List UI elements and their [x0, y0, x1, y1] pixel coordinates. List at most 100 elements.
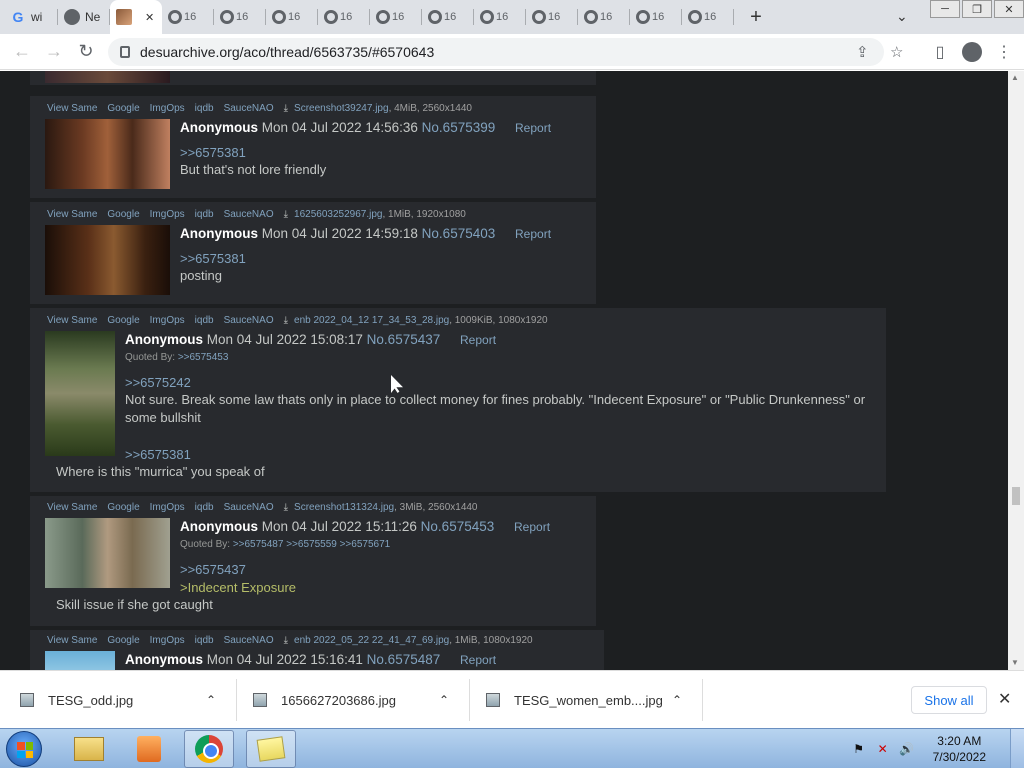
iqdb-link[interactable]: iqdb [195, 209, 214, 220]
download-icon[interactable]: ⤓ [284, 502, 288, 513]
sticky-notes-taskbar-button[interactable] [246, 730, 296, 768]
chevron-up-icon[interactable]: ⌃ [206, 693, 216, 707]
quoted-by-link[interactable]: >>6575453 [178, 352, 229, 363]
imgops-link[interactable]: ImgOps [150, 635, 185, 646]
bookmark-star-icon[interactable]: ☆ [890, 43, 903, 61]
show-desktop-button[interactable] [1010, 729, 1024, 768]
quote-link[interactable]: >>6575381 [180, 251, 246, 266]
tab-globe[interactable]: 16 [578, 0, 630, 34]
quote-link[interactable]: >>6575242 [125, 375, 191, 390]
scrollbar-thumb[interactable] [1012, 487, 1020, 505]
post-thumbnail[interactable] [45, 651, 115, 670]
view-same-link[interactable]: View Same [47, 635, 97, 646]
tab-globe[interactable]: 16 [630, 0, 682, 34]
view-same-link[interactable]: View Same [47, 103, 97, 114]
close-window-icon[interactable]: ✕ [994, 0, 1024, 18]
tab-globe[interactable]: 16 [266, 0, 318, 34]
quote-link[interactable]: >>6575381 [180, 145, 246, 160]
new-tab-button[interactable]: + [742, 3, 770, 31]
file-name-link[interactable]: enb 2022_05_22 22_41_47_69.jpg [294, 635, 449, 646]
tab-google[interactable]: G wi [0, 0, 58, 34]
network-icon[interactable]: ✕ [875, 741, 891, 757]
restore-icon[interactable]: ❐ [962, 0, 992, 18]
download-icon[interactable]: ⤓ [284, 209, 288, 220]
tab-globe[interactable]: 16 [214, 0, 266, 34]
imgops-link[interactable]: ImgOps [150, 103, 185, 114]
clock[interactable]: 3:20 AM 7/30/2022 [933, 733, 986, 765]
file-name-link[interactable]: Screenshot39247.jpg [294, 103, 389, 114]
file-explorer-taskbar-button[interactable] [64, 730, 114, 768]
report-link[interactable]: Report [460, 333, 496, 347]
quote-link[interactable]: >>6575437 [180, 562, 246, 577]
google-link[interactable]: Google [107, 635, 139, 646]
reload-icon[interactable]: ↻ [70, 36, 102, 68]
saucenao-link[interactable]: SauceNAO [224, 209, 274, 220]
side-panel-icon[interactable]: ▯ [924, 36, 956, 68]
volume-icon[interactable]: 🔊 [899, 741, 915, 757]
tab-globe[interactable]: 16 [370, 0, 422, 34]
post-thumbnail[interactable] [45, 71, 170, 83]
show-all-button[interactable]: Show all [911, 686, 987, 714]
post-number-link[interactable]: No.6575403 [422, 226, 496, 241]
iqdb-link[interactable]: iqdb [195, 502, 214, 513]
file-name-link[interactable]: 1625603252967.jpg [294, 209, 382, 220]
iqdb-link[interactable]: iqdb [195, 103, 214, 114]
post-thumbnail[interactable] [45, 518, 170, 588]
google-link[interactable]: Google [107, 315, 139, 326]
media-player-taskbar-button[interactable] [124, 730, 174, 768]
view-same-link[interactable]: View Same [47, 315, 97, 326]
google-link[interactable]: Google [107, 502, 139, 513]
imgops-link[interactable]: ImgOps [150, 502, 185, 513]
download-item[interactable]: 1656627203686.jpg ⌃ [253, 671, 459, 729]
post-thumbnail[interactable] [45, 119, 170, 189]
scroll-down-icon[interactable]: ▼ [1011, 658, 1019, 667]
saucenao-link[interactable]: SauceNAO [224, 502, 274, 513]
download-icon[interactable]: ⤓ [284, 315, 288, 326]
download-icon[interactable]: ⤓ [284, 635, 288, 646]
saucenao-link[interactable]: SauceNAO [224, 315, 274, 326]
start-button[interactable] [6, 731, 42, 767]
view-same-link[interactable]: View Same [47, 502, 97, 513]
quote-link[interactable]: >>6575381 [125, 447, 191, 462]
saucenao-link[interactable]: SauceNAO [224, 103, 274, 114]
chevron-up-icon[interactable]: ⌃ [672, 693, 682, 707]
scroll-up-icon[interactable]: ▲ [1011, 73, 1019, 82]
google-link[interactable]: Google [107, 209, 139, 220]
action-center-icon[interactable]: ⚑ [851, 741, 867, 757]
saucenao-link[interactable]: SauceNAO [224, 635, 274, 646]
tab-globe[interactable]: 16 [318, 0, 370, 34]
tab-globe[interactable]: 16 [526, 0, 578, 34]
report-link[interactable]: Report [460, 653, 496, 667]
report-link[interactable]: Report [514, 520, 550, 534]
file-name-link[interactable]: Screenshot131324.jpg [294, 502, 394, 513]
tab-globe[interactable]: 16 [162, 0, 214, 34]
post-number-link[interactable]: No.6575453 [421, 519, 495, 534]
post-thumbnail[interactable] [45, 225, 170, 295]
tab-globe[interactable]: 16 [682, 0, 734, 34]
quoted-by-link[interactable]: >>6575487 >>6575559 >>6575671 [233, 539, 390, 550]
menu-kebab-icon[interactable]: ⋮ [988, 36, 1020, 68]
close-shelf-icon[interactable]: ✕ [998, 689, 1011, 709]
report-link[interactable]: Report [515, 227, 551, 241]
download-icon[interactable]: ⤓ [284, 103, 288, 114]
iqdb-link[interactable]: iqdb [195, 315, 214, 326]
profile-avatar-icon[interactable] [962, 42, 982, 62]
forward-arrow-icon[interactable]: → [38, 36, 70, 68]
imgops-link[interactable]: ImgOps [150, 209, 185, 220]
page-scrollbar[interactable]: ▲ ▼ [1008, 71, 1024, 670]
tab-github[interactable]: Ne [58, 0, 110, 34]
post-thumbnail[interactable] [45, 331, 115, 456]
google-link[interactable]: Google [107, 103, 139, 114]
post-number-link[interactable]: No.6575437 [367, 332, 441, 347]
address-bar[interactable]: desuarchive.org/aco/thread/6563735/#6570… [108, 38, 903, 66]
download-item[interactable]: TESG_odd.jpg ⌃ [20, 671, 226, 729]
chrome-taskbar-button[interactable] [184, 730, 234, 768]
post-number-link[interactable]: No.6575399 [422, 120, 496, 135]
iqdb-link[interactable]: iqdb [195, 635, 214, 646]
tab-globe[interactable]: 16 [474, 0, 526, 34]
tab-active[interactable]: ✕ [110, 0, 162, 34]
tab-search-chevron-icon[interactable]: ⌄ [896, 8, 908, 25]
view-same-link[interactable]: View Same [47, 209, 97, 220]
download-item[interactable]: TESG_women_emb....jpg ⌃ [486, 671, 692, 729]
back-arrow-icon[interactable]: ← [6, 36, 38, 68]
